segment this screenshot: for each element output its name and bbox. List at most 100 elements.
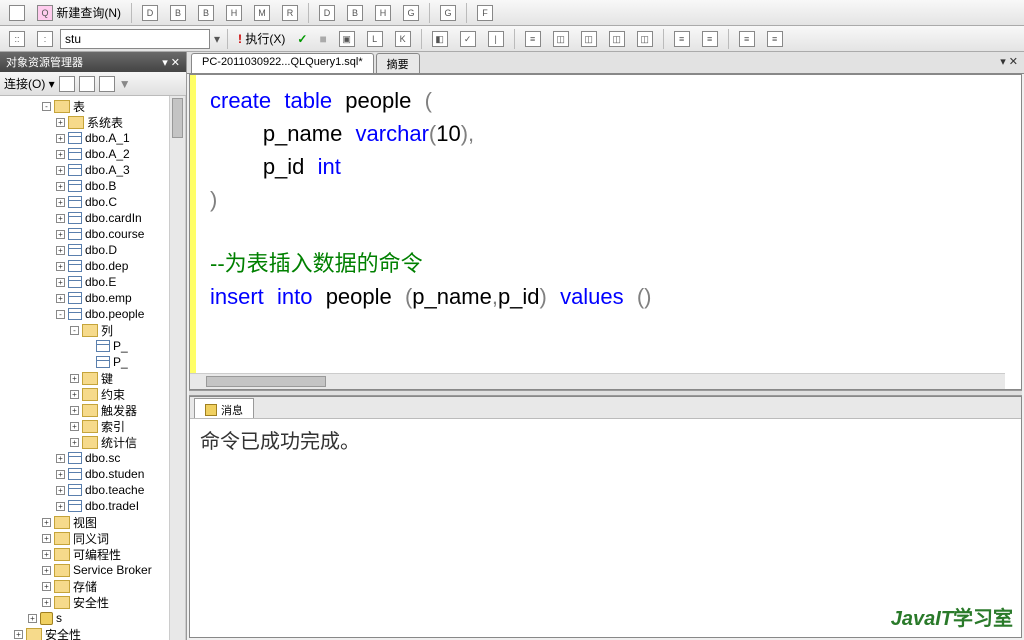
expand-icon[interactable]: + [70,406,79,415]
database-combo[interactable] [60,29,210,49]
oe-filter-icon[interactable] [79,76,95,92]
tb2-ico-l2[interactable]: : [32,28,58,50]
tb1-ico-8[interactable]: B [342,2,368,24]
tree-node[interactable]: +索引 [0,418,185,434]
expand-icon[interactable]: + [56,118,65,127]
expand-icon[interactable]: + [42,550,51,559]
tb2-parse-icon[interactable]: ✓ [292,28,312,50]
tb2-ico-r13[interactable]: ◫ [632,28,658,50]
tb2-ico-r17[interactable]: ≡ [762,28,788,50]
sql-code[interactable]: create table people ( p_name varchar(10)… [210,85,652,314]
tb2-ico-r5[interactable]: K [390,28,416,50]
expand-icon[interactable]: + [14,630,23,639]
tb2-ico-r12[interactable]: ◫ [604,28,630,50]
tb2-ico-r15[interactable]: ≡ [697,28,723,50]
tb2-ico-r6[interactable]: ◧ [427,28,453,50]
expand-icon[interactable]: + [56,278,65,287]
expand-icon[interactable]: + [42,534,51,543]
tb1-ico-6[interactable]: R [277,2,303,24]
expand-icon[interactable]: + [56,262,65,271]
expand-icon[interactable]: + [70,438,79,447]
tab-messages[interactable]: 消息 [194,398,254,418]
tree-node[interactable]: +dbo.A_1 [0,130,185,146]
tb2-ico-r4[interactable]: L [362,28,388,50]
tb2-ico-r16[interactable]: ≡ [734,28,760,50]
tb1-ico-10[interactable]: G [398,2,424,24]
expand-icon[interactable]: + [56,182,65,191]
tree-node[interactable]: -dbo.people [0,306,185,322]
tree-node[interactable]: +触发器 [0,402,185,418]
tree-node[interactable]: +dbo.E [0,274,185,290]
tree-node[interactable]: +dbo.cardIn [0,210,185,226]
tb2-ico-r3[interactable]: ▣ [334,28,360,50]
tree-scrollbar[interactable] [169,96,185,640]
expand-icon[interactable]: + [56,166,65,175]
tree-node[interactable]: -表 [0,98,185,114]
tree-node[interactable]: +dbo.B [0,178,185,194]
tree-node[interactable]: +dbo.studen [0,466,185,482]
connect-dropdown[interactable]: 连接(O) ▾ [4,75,55,92]
tb2-ico-r14[interactable]: ≡ [669,28,695,50]
tree-node[interactable]: +dbo.emp [0,290,185,306]
expand-icon[interactable]: + [42,582,51,591]
expand-icon[interactable]: + [56,486,65,495]
tree-node[interactable]: +dbo.A_2 [0,146,185,162]
tree-node[interactable]: +安全性 [0,594,185,610]
tb2-ico-r10[interactable]: ◫ [548,28,574,50]
object-tree[interactable]: -表+系统表+dbo.A_1+dbo.A_2+dbo.A_3+dbo.B+dbo… [0,96,186,640]
expand-icon[interactable]: + [42,598,51,607]
tree-node[interactable]: +dbo.C [0,194,185,210]
tree-node[interactable]: +视图 [0,514,185,530]
tb2-ico-l1[interactable]: :: [4,28,30,50]
tree-scroll-thumb[interactable] [172,98,183,138]
expand-icon[interactable]: + [42,566,51,575]
tb2-ico-r7[interactable]: ✓ [455,28,481,50]
tb1-ico-5[interactable]: M [249,2,275,24]
expand-icon[interactable]: + [56,454,65,463]
expand-icon[interactable]: + [56,230,65,239]
editor-hscroll-thumb[interactable] [206,376,326,387]
tb1-ico-7[interactable]: D [314,2,340,24]
tree-node[interactable]: +约束 [0,386,185,402]
tab-close-icon[interactable]: ▾ ✕ [1000,55,1018,68]
tree-node[interactable]: +统计信 [0,434,185,450]
expand-icon[interactable]: - [70,326,79,335]
tb1-ico-2[interactable]: B [165,2,191,24]
tree-node[interactable]: +dbo.tradeI [0,498,185,514]
tree-node[interactable]: -列 [0,322,185,338]
tree-node[interactable]: P_ [0,354,185,370]
panel-pin-icon[interactable]: ▾ ✕ [162,56,180,69]
combo-dropdown-icon[interactable]: ▾ [214,32,220,46]
tree-node[interactable]: +dbo.course [0,226,185,242]
tb2-ico-r11[interactable]: ◫ [576,28,602,50]
editor-hscrollbar[interactable] [190,373,1005,389]
expand-icon[interactable]: + [56,150,65,159]
expand-icon[interactable]: + [56,214,65,223]
expand-icon[interactable]: + [70,390,79,399]
expand-icon[interactable]: + [56,246,65,255]
oe-refresh-icon[interactable] [59,76,75,92]
tree-node[interactable]: +键 [0,370,185,386]
expand-icon[interactable]: + [56,134,65,143]
tree-node[interactable]: +dbo.dep [0,258,185,274]
expand-icon[interactable]: + [70,422,79,431]
tree-node[interactable]: +s [0,610,185,626]
sql-editor[interactable]: create table people ( p_name varchar(10)… [189,74,1022,390]
expand-icon[interactable]: + [56,294,65,303]
expand-icon[interactable]: + [56,470,65,479]
expand-icon[interactable]: + [56,198,65,207]
tb1-ico-9[interactable]: H [370,2,396,24]
tree-node[interactable]: +同义词 [0,530,185,546]
tree-node[interactable]: +可编程性 [0,546,185,562]
expand-icon[interactable]: + [42,518,51,527]
tb2-ico-r9[interactable]: ≡ [520,28,546,50]
tb1-ico-4[interactable]: H [221,2,247,24]
tree-node[interactable]: +安全性 [0,626,185,640]
tree-node[interactable]: +存储 [0,578,185,594]
execute-button[interactable]: ! 执行(X) [233,28,290,50]
expand-icon[interactable]: - [42,102,51,111]
tb1-ico-3[interactable]: B [193,2,219,24]
expand-icon[interactable]: + [28,614,37,623]
expand-icon[interactable]: + [56,502,65,511]
tree-node[interactable]: P_ [0,338,185,354]
